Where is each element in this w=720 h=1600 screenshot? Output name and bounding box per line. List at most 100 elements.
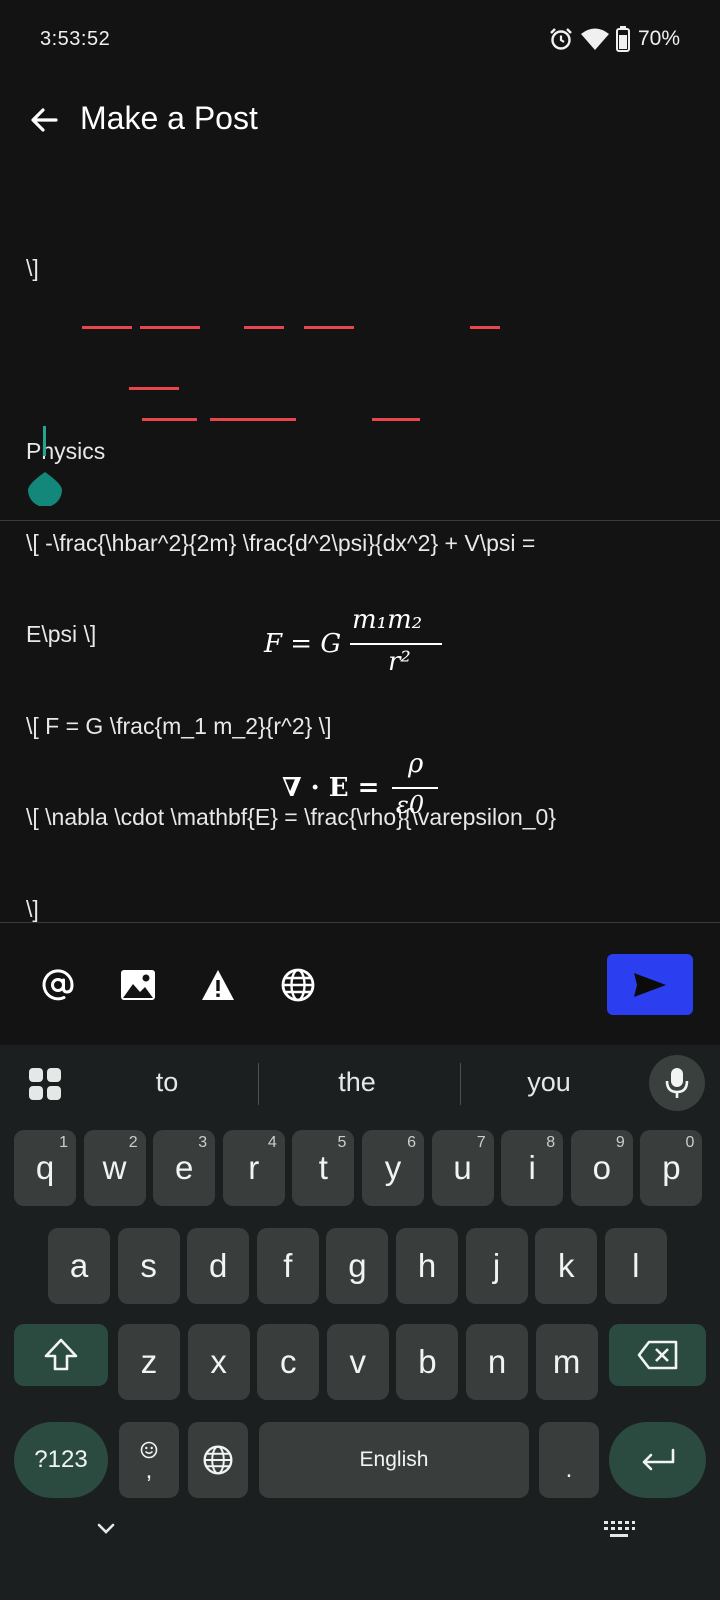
key-label: u xyxy=(453,1149,472,1186)
send-icon xyxy=(634,972,666,997)
globe-icon xyxy=(203,1445,233,1475)
period-key[interactable]: . xyxy=(539,1422,599,1498)
spellcheck-underline xyxy=(129,387,179,390)
spellcheck-underline xyxy=(470,326,500,329)
key-label: p xyxy=(662,1149,681,1186)
key-hint: 4 xyxy=(267,1134,277,1151)
key-a[interactable]: a xyxy=(48,1228,110,1304)
key-label: o xyxy=(592,1149,611,1186)
key-hint: 5 xyxy=(337,1134,347,1151)
spellcheck-underline xyxy=(82,326,132,329)
on-screen-keyboard: to the you q1w2e3r4t5y6u7i8o9p0 asdfghjk… xyxy=(0,1045,720,1600)
key-b[interactable]: b xyxy=(396,1324,459,1400)
key-h[interactable]: h xyxy=(396,1228,458,1304)
send-button[interactable] xyxy=(607,954,693,1015)
backspace-key[interactable] xyxy=(609,1324,706,1386)
status-bar: 3:53:52 70% xyxy=(0,0,720,84)
key-p[interactable]: p0 xyxy=(640,1130,703,1206)
cursor-handle-icon[interactable] xyxy=(28,470,62,506)
key-w[interactable]: w2 xyxy=(83,1130,146,1206)
equation-lhs: ∇ · E = xyxy=(282,773,380,803)
key-t[interactable]: t5 xyxy=(292,1130,355,1206)
math-preview: F = G m₁m₂ r² ∇ · E = ρ ε0 xyxy=(0,521,720,921)
key-r[interactable]: r4 xyxy=(222,1130,285,1206)
warning-icon[interactable] xyxy=(198,965,238,1005)
key-j[interactable]: j xyxy=(465,1228,528,1304)
post-toolbar xyxy=(0,923,720,1045)
key-hint: 8 xyxy=(546,1134,556,1151)
fraction-bar xyxy=(350,643,442,645)
preview-equation: F = G m₁m₂ r² xyxy=(264,605,464,685)
suggestion-word[interactable]: you xyxy=(474,1067,624,1098)
microphone-icon xyxy=(665,1068,689,1098)
text-caret xyxy=(43,426,46,456)
key-x[interactable]: x xyxy=(187,1324,250,1400)
key-e[interactable]: e3 xyxy=(153,1130,216,1206)
key-q[interactable]: q1 xyxy=(14,1130,76,1206)
key-u[interactable]: u7 xyxy=(431,1130,494,1206)
image-icon[interactable] xyxy=(118,965,158,1005)
key-k[interactable]: k xyxy=(535,1228,598,1304)
post-editor[interactable]: \] Physics \[ -\frac{\hbar^2}{2m} \frac{… xyxy=(0,192,720,922)
key-l[interactable]: l xyxy=(604,1228,667,1304)
app-header: Make a Post xyxy=(0,90,720,150)
status-time: 3:53:52 xyxy=(40,28,111,50)
equation-denominator: r² xyxy=(388,647,411,677)
status-icons: 70% xyxy=(548,26,680,52)
shift-key[interactable] xyxy=(14,1324,108,1386)
key-d[interactable]: d xyxy=(187,1228,250,1304)
key-hint: 6 xyxy=(407,1134,416,1151)
equation-denominator: ε0 xyxy=(396,791,425,819)
suggestion-word[interactable]: to xyxy=(92,1067,242,1098)
enter-key[interactable] xyxy=(609,1422,706,1498)
backspace-icon xyxy=(637,1340,677,1370)
spellcheck-underline xyxy=(140,326,200,329)
symbols-key[interactable]: ?123 xyxy=(14,1422,108,1498)
spellcheck-underline xyxy=(210,418,296,421)
space-key[interactable]: English xyxy=(259,1422,529,1498)
key-hint: 3 xyxy=(198,1134,208,1151)
chevron-down-icon[interactable] xyxy=(94,1517,118,1541)
key-c[interactable]: c xyxy=(257,1324,320,1400)
spellcheck-underline xyxy=(372,418,420,421)
key-i[interactable]: i8 xyxy=(501,1130,564,1206)
key-label: i xyxy=(528,1149,536,1186)
enter-icon xyxy=(642,1448,674,1471)
keyboard-apps-icon[interactable] xyxy=(28,1067,62,1101)
key-f[interactable]: f xyxy=(256,1228,319,1304)
globe-icon[interactable] xyxy=(278,965,318,1005)
equation-numerator: m₁m₂ xyxy=(352,605,423,635)
keyboard-switch-icon[interactable] xyxy=(602,1519,636,1543)
suggestion-strip: to the you xyxy=(0,1045,720,1125)
key-z[interactable]: z xyxy=(118,1324,180,1400)
emoji-comma-key[interactable]: , xyxy=(119,1422,179,1498)
shift-icon xyxy=(44,1338,78,1371)
key-label: e xyxy=(175,1149,194,1186)
key-label: r xyxy=(248,1149,260,1186)
language-key[interactable] xyxy=(188,1422,248,1498)
at-mention-icon[interactable] xyxy=(38,965,78,1005)
equation-numerator: ρ xyxy=(408,749,424,779)
key-label: t xyxy=(318,1149,328,1186)
key-v[interactable]: v xyxy=(326,1324,389,1400)
key-hint: 9 xyxy=(615,1134,625,1151)
alarm-icon xyxy=(550,28,572,50)
voice-input-button[interactable] xyxy=(649,1055,705,1111)
preview-equation: ∇ · E = ρ ε0 xyxy=(282,747,482,827)
key-g[interactable]: g xyxy=(326,1228,389,1304)
page-title: Make a Post xyxy=(80,100,258,136)
key-o[interactable]: o9 xyxy=(570,1130,633,1206)
wifi-icon xyxy=(580,28,609,50)
comma-label: , xyxy=(145,1457,153,1484)
divider xyxy=(258,1063,259,1105)
key-y[interactable]: y6 xyxy=(362,1130,424,1206)
editor-line: Physics xyxy=(26,438,106,464)
arrow-left-icon[interactable] xyxy=(28,104,60,136)
key-n[interactable]: n xyxy=(466,1324,528,1400)
key-hint: 7 xyxy=(476,1134,486,1151)
key-s[interactable]: s xyxy=(117,1228,180,1304)
key-m[interactable]: m xyxy=(535,1324,598,1400)
suggestion-word[interactable]: the xyxy=(282,1067,432,1098)
battery-level: 70% xyxy=(637,27,680,50)
